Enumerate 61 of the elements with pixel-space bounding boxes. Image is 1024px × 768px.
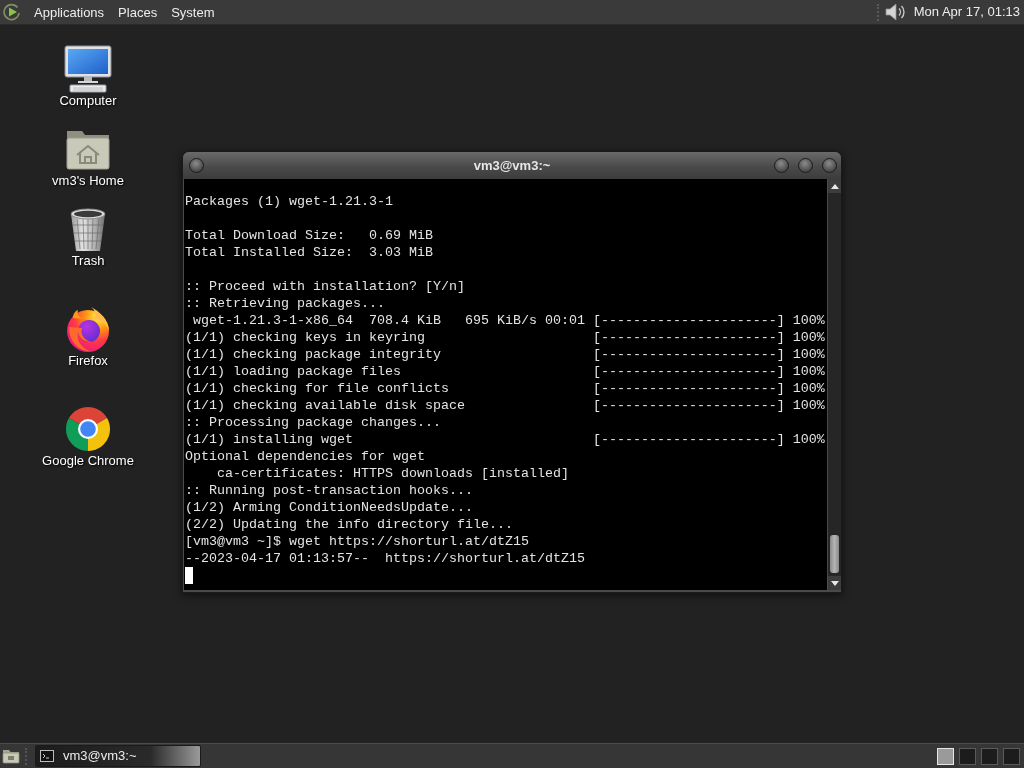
panel-menu[interactable]: Applications <box>27 0 112 25</box>
terminal-icon <box>40 750 54 762</box>
window-menu-button[interactable] <box>189 158 204 173</box>
computer-monitor-icon <box>64 45 112 93</box>
close-button[interactable] <box>822 158 837 173</box>
percent-text: 100% <box>792 363 825 380</box>
terminal-line: (1/1) checking keys in keyring <box>185 329 425 346</box>
panel-menu[interactable]: System <box>164 0 222 25</box>
desktop-shortcut[interactable]: Google Chrome <box>38 405 138 469</box>
terminal-line: (1/1) loading package files <box>185 363 401 380</box>
scrollbar-thumb[interactable] <box>830 535 839 573</box>
dashes-text: [----------------------] <box>592 431 785 448</box>
terminal-line: ca-certificates: HTTPS downloads [installed] <box>216 465 569 482</box>
percent-text: 100% <box>792 431 825 448</box>
terminal-line: (1/1) checking package integrity <box>185 346 441 363</box>
percent-text: 100% <box>792 346 825 363</box>
terminal-line: (1/1) checking for file conflicts <box>185 380 449 397</box>
speaker-icon[interactable] <box>883 1 906 23</box>
desktop-shortcut[interactable]: Trash <box>38 205 138 269</box>
terminal-line: [vm3@vm3 ~]$ wget https://shorturl.at/dtZ15 <box>185 533 529 550</box>
dashes-text: [----------------------] <box>592 363 785 380</box>
taskbar-task[interactable]: vm3@vm3:~ <box>35 745 201 767</box>
dashes-text: [----------------------] <box>592 312 785 329</box>
desktop-shortcut[interactable]: vm3's Home <box>38 125 138 189</box>
block-cursor-icon <box>185 567 193 584</box>
terminal-line: Optional dependencies for wget <box>185 448 425 465</box>
window-title: vm3@vm3:~ <box>473 156 551 175</box>
terminal-line: (1/1) checking available disk space <box>185 397 465 414</box>
terminal-line: (2/2) Updating the info directory file... <box>185 516 513 533</box>
terminal-line: --2023-04-17 01:13:57-- https://shorturl.at/dtZ15 <box>185 550 585 567</box>
dashes-text: [----------------------] <box>592 380 785 397</box>
terminal-line: :: Retrieving packages... <box>185 295 385 312</box>
down-arrow-icon <box>830 580 839 586</box>
terminal-line: :: Processing package changes... <box>185 414 441 431</box>
chrome-logo-icon <box>64 405 112 453</box>
percent-text: 100% <box>792 329 825 346</box>
scroll-up-button[interactable] <box>828 179 841 193</box>
scroll-down-button[interactable] <box>828 576 841 590</box>
dashes-text: [----------------------] <box>592 397 785 414</box>
terminal-line: Total Installed Size: 3.03 MiB <box>185 244 433 261</box>
percent-text: 100% <box>792 380 825 397</box>
folder-icon[interactable] <box>2 748 20 764</box>
terminal-line: :: Running post-transaction hooks... <box>185 482 473 499</box>
terminal-line: wget-1.21.3-1-x86_64 708.4 KiB 695 KiB/s 00:01 <box>192 312 585 329</box>
dashes-text: [----------------------] <box>592 329 785 346</box>
desktop-shortcut[interactable]: Computer <box>38 45 138 109</box>
maximize-button[interactable] <box>798 158 813 173</box>
panel-logo-icon[interactable] <box>3 3 21 21</box>
terminal-line: Packages (1) wget-1.21.3-1 <box>185 193 393 210</box>
percent-text: 100% <box>792 312 825 329</box>
terminal-line: Total Download Size: 0.69 MiB <box>185 227 433 244</box>
dashes-text: [----------------------] <box>592 346 785 363</box>
desktop-shortcut[interactable]: Firefox <box>38 305 138 369</box>
panel-menu[interactable]: Places <box>111 0 165 25</box>
terminal-line: :: Proceed with installation? [Y/n] <box>185 278 465 295</box>
minimize-button[interactable] <box>774 158 789 173</box>
up-arrow-icon <box>830 183 839 189</box>
percent-text: 100% <box>792 397 825 414</box>
clock[interactable]: Mon Apr 17, 01:13 <box>913 2 1020 22</box>
terminal-line: (1/1) installing wget <box>185 431 353 448</box>
terminal-line: (1/2) Arming ConditionNeedsUpdate... <box>185 499 473 516</box>
